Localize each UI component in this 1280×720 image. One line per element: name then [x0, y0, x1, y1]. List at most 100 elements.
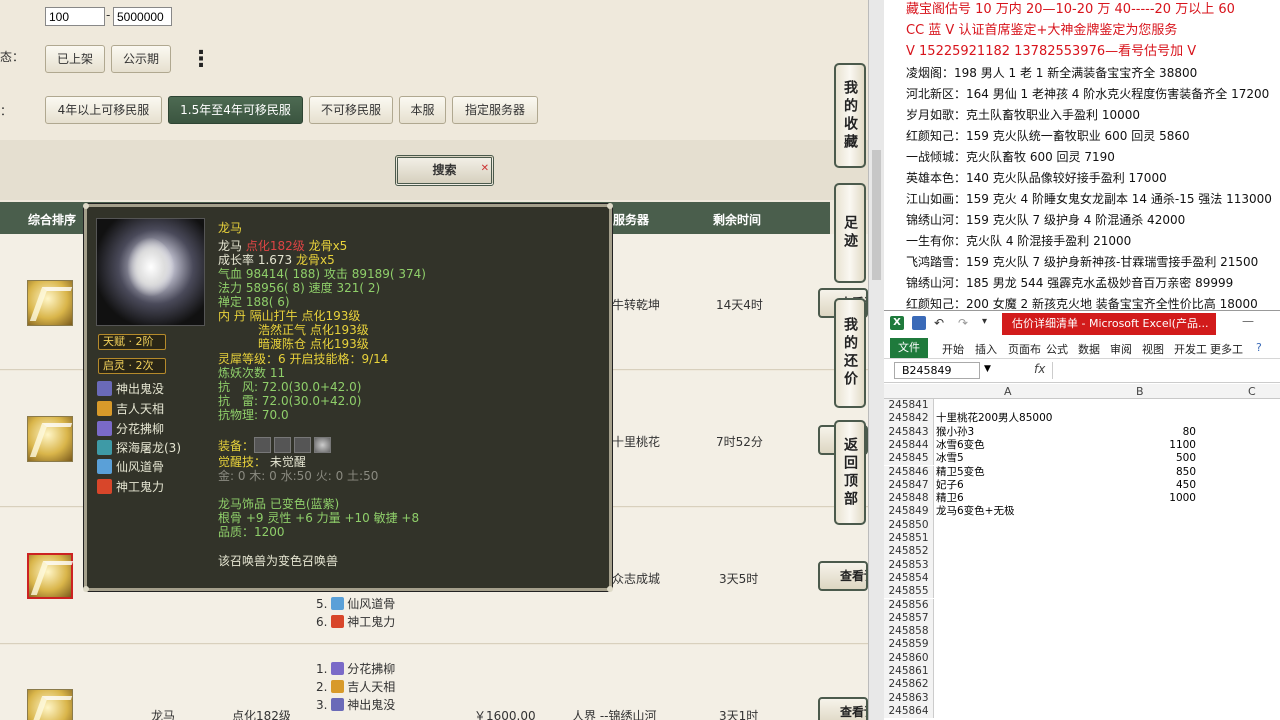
ribbon-tab-review[interactable]: 审阅: [1110, 341, 1132, 357]
row-number[interactable]: 245859: [884, 638, 934, 652]
row-number[interactable]: 245848: [884, 492, 934, 506]
ribbon-tab-more[interactable]: 更多工: [1210, 341, 1243, 357]
row-number[interactable]: 245841: [884, 399, 934, 413]
sheet-row[interactable]: 245850: [884, 518, 1280, 532]
pet-thumbnail[interactable]: [27, 553, 74, 599]
name-box[interactable]: B245849: [894, 362, 980, 379]
cell-a[interactable]: 精卫6: [936, 492, 964, 505]
cell-a[interactable]: 精卫5变色: [936, 466, 985, 479]
sheet-row[interactable]: 245843 猴小孙3 80: [884, 425, 1280, 439]
side-tab-my-offers[interactable]: 我的还价: [834, 298, 866, 408]
row-number[interactable]: 245856: [884, 598, 934, 612]
namebox-dropdown-icon[interactable]: ▼: [984, 364, 991, 374]
cell-b[interactable]: 450: [1084, 479, 1196, 492]
filter-listed-button[interactable]: 已上架: [45, 45, 105, 73]
sheet-row[interactable]: 245861: [884, 665, 1280, 679]
sheet-row[interactable]: 245852: [884, 545, 1280, 559]
sheet-row[interactable]: 245857: [884, 611, 1280, 626]
sheet-row[interactable]: 245846 精卫5变色 850: [884, 465, 1280, 479]
fx-icon[interactable]: fx: [1034, 362, 1045, 376]
sheet-row[interactable]: 245864: [884, 704, 1280, 719]
help-icon[interactable]: ?: [1256, 341, 1262, 354]
row-number[interactable]: 245842: [884, 412, 934, 426]
sheet-row[interactable]: 245844 冰雪6变色 1100: [884, 438, 1280, 453]
save-icon[interactable]: [912, 316, 926, 330]
row-number[interactable]: 245857: [884, 611, 934, 626]
row-number[interactable]: 245860: [884, 651, 934, 665]
minimize-icon[interactable]: —: [1242, 314, 1254, 328]
spreadsheet-grid[interactable]: 245841 245842 十里桃花200男人85000 245843 猴小孙3 80 24…: [884, 399, 1280, 720]
sheet-row[interactable]: 245862: [884, 678, 1280, 692]
row-number[interactable]: 245862: [884, 678, 934, 692]
header-sort[interactable]: 综合排序: [28, 211, 76, 228]
row-number[interactable]: 245846: [884, 465, 934, 479]
sheet-row[interactable]: 245855: [884, 585, 1280, 599]
sheet-row[interactable]: 245859: [884, 638, 1280, 652]
cell-b[interactable]: 1100: [1084, 439, 1196, 452]
row-number[interactable]: 245851: [884, 532, 934, 546]
cell-a[interactable]: 冰雪6变色: [936, 439, 985, 452]
sheet-row[interactable]: 245845 冰雪5 500: [884, 452, 1280, 466]
sheet-row[interactable]: 245856: [884, 598, 1280, 612]
ribbon-tab-view[interactable]: 视图: [1142, 341, 1164, 357]
filter-publicity-button[interactable]: 公示期: [111, 45, 171, 73]
row-number[interactable]: 245854: [884, 571, 934, 586]
row-number[interactable]: 245852: [884, 545, 934, 559]
cell-b[interactable]: 500: [1084, 452, 1196, 465]
search-button[interactable]: 搜索 ✕: [395, 155, 494, 186]
customize-toolbar-icon[interactable]: ▾: [982, 316, 996, 330]
sheet-row[interactable]: 245849 龙马6变色+无极: [884, 505, 1280, 519]
row-number[interactable]: 245853: [884, 558, 934, 572]
pet-thumbnail[interactable]: [27, 280, 73, 326]
row-number[interactable]: 245849: [884, 505, 934, 519]
row-number[interactable]: 245845: [884, 452, 934, 466]
view-detail-button[interactable]: 查看详: [818, 561, 868, 591]
sheet-row[interactable]: 245863: [884, 691, 1280, 705]
cell-a[interactable]: 猴小孙3: [936, 426, 974, 439]
sheet-row[interactable]: 245860: [884, 651, 1280, 665]
sheet-row[interactable]: 245853: [884, 558, 1280, 572]
sheet-row[interactable]: 245842 十里桃花200男人85000: [884, 412, 1280, 426]
price-max-input[interactable]: [113, 7, 172, 26]
cell-b[interactable]: 1000: [1084, 492, 1196, 505]
ribbon-tab-insert[interactable]: 插入: [975, 341, 997, 357]
row-number[interactable]: 245863: [884, 691, 934, 705]
row-number[interactable]: 245861: [884, 665, 934, 679]
sheet-row[interactable]: 245854: [884, 571, 1280, 586]
filter-this-server-button[interactable]: 本服: [399, 96, 446, 124]
ribbon-tab-layout[interactable]: 页面布: [1008, 341, 1041, 357]
ribbon-tab-developer[interactable]: 开发工: [1174, 341, 1207, 357]
filter-no-migrate-button[interactable]: 不可移民服: [309, 96, 393, 124]
cell-b[interactable]: 80: [1084, 426, 1196, 439]
table-row[interactable]: 1. 分花拂柳 2. 吉人天相 3. 神出鬼没 龙马 点化182级 ￥1600.…: [0, 645, 868, 720]
cell-a[interactable]: 龙马6变色+无极: [936, 505, 1014, 518]
side-tab-footprints[interactable]: 足迹: [834, 183, 866, 283]
row-number[interactable]: 245843: [884, 425, 934, 439]
row-number[interactable]: 245855: [884, 585, 934, 599]
cell-a[interactable]: 冰雪5: [936, 452, 964, 465]
price-min-input[interactable]: [45, 7, 105, 26]
cell-a[interactable]: 十里桃花200男人85000: [936, 412, 1052, 425]
row-number[interactable]: 245864: [884, 704, 934, 719]
filter-server-select-button[interactable]: 指定服务器: [452, 96, 538, 124]
column-a-header[interactable]: A: [1004, 385, 1012, 398]
row-number[interactable]: 245858: [884, 625, 934, 639]
cell-a[interactable]: 妃子6: [936, 479, 964, 492]
more-options-icon[interactable]: ⋮: [190, 49, 212, 71]
pet-thumbnail[interactable]: [27, 416, 73, 462]
ribbon-tab-data[interactable]: 数据: [1078, 341, 1100, 357]
row-number[interactable]: 245847: [884, 478, 934, 493]
column-c-header[interactable]: C: [1248, 385, 1256, 398]
sheet-row[interactable]: 245858: [884, 625, 1280, 639]
formula-input[interactable]: [1052, 362, 1278, 379]
row-number[interactable]: 245844: [884, 438, 934, 453]
row-number[interactable]: 245850: [884, 518, 934, 532]
sheet-row[interactable]: 245848 精卫6 1000: [884, 492, 1280, 506]
sheet-row[interactable]: 245841: [884, 399, 1280, 413]
ribbon-tab-formulas[interactable]: 公式: [1046, 341, 1068, 357]
pet-thumbnail[interactable]: [27, 689, 73, 720]
undo-icon[interactable]: ↶: [934, 316, 948, 330]
sheet-row[interactable]: 245847 妃子6 450: [884, 478, 1280, 493]
ribbon-tab-home[interactable]: 开始: [942, 341, 964, 357]
view-detail-button[interactable]: 查看详: [818, 697, 868, 720]
